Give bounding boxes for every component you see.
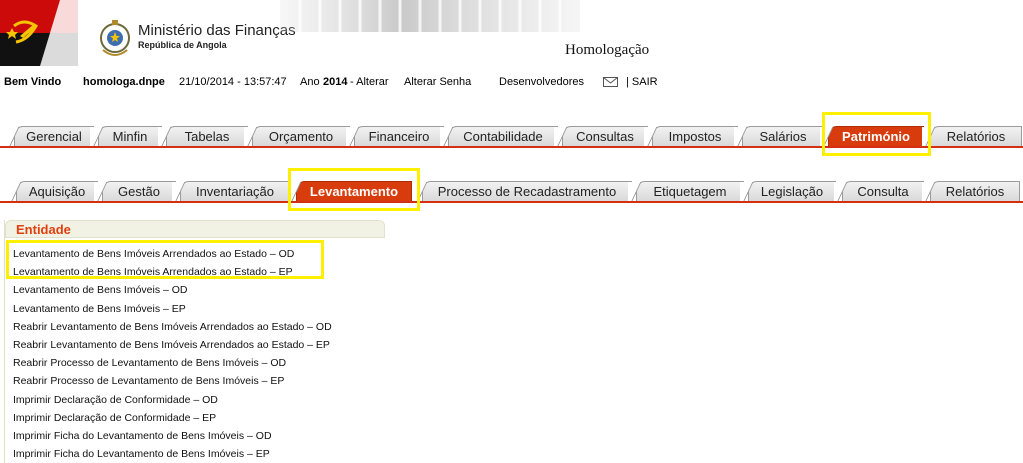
- menu-item-declaracao-od[interactable]: Imprimir Declaração de Conformidade – OD: [13, 391, 332, 409]
- panel-header: Entidade: [5, 220, 385, 238]
- tab-contabilidade[interactable]: Contabilidade: [440, 126, 558, 147]
- developers-link[interactable]: Desenvolvedores: [499, 76, 584, 88]
- entidade-panel: Entidade Levantamento de Bens Imóveis Ar…: [4, 220, 385, 463]
- change-year-link[interactable]: - Alterar: [350, 76, 389, 88]
- main-tab-bar: Gerencial Minfin Tabelas Orçamento Finan…: [0, 126, 1023, 150]
- menu-item-ficha-od[interactable]: Imprimir Ficha do Levantamento de Bens I…: [13, 427, 332, 445]
- subtab-legislacao[interactable]: Legislação: [740, 181, 836, 202]
- change-password-link[interactable]: Alterar Senha: [404, 76, 471, 88]
- tab-consultas[interactable]: Consultas: [554, 126, 648, 147]
- tab-minfin[interactable]: Minfin: [90, 126, 162, 147]
- tab-patrimonio[interactable]: Património: [820, 126, 924, 147]
- subtab-levantamento[interactable]: Levantamento: [288, 181, 412, 202]
- year-label: Ano: [300, 76, 320, 88]
- year-value: 2014: [323, 76, 348, 88]
- sub-tab-underline: [0, 201, 1023, 203]
- menu-item-levantamento-imoveis-od[interactable]: Levantamento de Bens Imóveis – OD: [13, 281, 332, 299]
- sub-tab-bar: Aquisição Gestão Inventariação Levantame…: [0, 181, 1023, 205]
- subtab-inventariacao[interactable]: Inventariação: [172, 181, 290, 202]
- menu-item-levantamento-imoveis-ep[interactable]: Levantamento de Bens Imóveis – EP: [13, 300, 332, 318]
- menu-item-declaracao-ep[interactable]: Imprimir Declaração de Conformidade – EP: [13, 409, 332, 427]
- entidade-menu: Levantamento de Bens Imóveis Arrendados …: [13, 245, 332, 463]
- user-info-bar: Bem Vindo homologa.dnpe 21/10/2014 - 13:…: [0, 76, 1023, 90]
- subtab-consulta[interactable]: Consulta: [834, 181, 924, 202]
- tab-gerencial[interactable]: Gerencial: [6, 126, 94, 147]
- menu-item-reabrir-processo-ep[interactable]: Reabrir Processo de Levantamento de Bens…: [13, 372, 332, 390]
- menu-item-reabrir-arrendados-ep[interactable]: Reabrir Levantamento de Bens Imóveis Arr…: [13, 336, 332, 354]
- main-tab-underline: [0, 146, 1023, 148]
- menu-item-reabrir-arrendados-od[interactable]: Reabrir Levantamento de Bens Imóveis Arr…: [13, 318, 332, 336]
- panel-title: Entidade: [16, 222, 71, 237]
- datetime: 21/10/2014 - 13:57:47: [179, 76, 287, 88]
- username: homologa.dnpe: [83, 76, 165, 88]
- subtab-aquisicao[interactable]: Aquisição: [8, 181, 98, 202]
- mail-icon[interactable]: [603, 77, 618, 87]
- ministry-subtitle: República de Angola: [138, 40, 227, 50]
- menu-item-levantamento-arrendados-od[interactable]: Levantamento de Bens Imóveis Arrendados …: [13, 245, 332, 263]
- welcome-label: Bem Vindo: [4, 76, 62, 88]
- tab-impostos[interactable]: Impostos: [644, 126, 738, 147]
- tab-salarios[interactable]: Salários: [734, 126, 824, 147]
- subtab-gestao[interactable]: Gestão: [94, 181, 176, 202]
- subtab-etiquetagem[interactable]: Etiquetagem: [628, 181, 744, 202]
- subtab-relatorios[interactable]: Relatórios: [922, 181, 1020, 202]
- tab-relatorios[interactable]: Relatórios: [922, 126, 1022, 147]
- menu-item-ficha-ep[interactable]: Imprimir Ficha do Levantamento de Bens I…: [13, 445, 332, 463]
- menu-item-reabrir-processo-od[interactable]: Reabrir Processo de Levantamento de Bens…: [13, 354, 332, 372]
- tab-financeiro[interactable]: Financeiro: [346, 126, 444, 147]
- building-banner: [280, 0, 580, 32]
- logout-link[interactable]: | SAIR: [626, 76, 658, 88]
- coat-of-arms-icon: [100, 20, 130, 56]
- menu-item-levantamento-arrendados-ep[interactable]: Levantamento de Bens Imóveis Arrendados …: [13, 263, 332, 281]
- ministry-title: Ministério das Finanças: [138, 22, 296, 39]
- subtab-processo-recadastramento[interactable]: Processo de Recadastramento: [414, 181, 632, 202]
- tab-tabelas[interactable]: Tabelas: [158, 126, 248, 147]
- angola-flag: [0, 0, 78, 66]
- header: Ministério das Finanças República de Ang…: [0, 0, 1023, 66]
- environment-label: Homologação: [565, 42, 650, 58]
- tab-orcamento[interactable]: Orçamento: [244, 126, 350, 147]
